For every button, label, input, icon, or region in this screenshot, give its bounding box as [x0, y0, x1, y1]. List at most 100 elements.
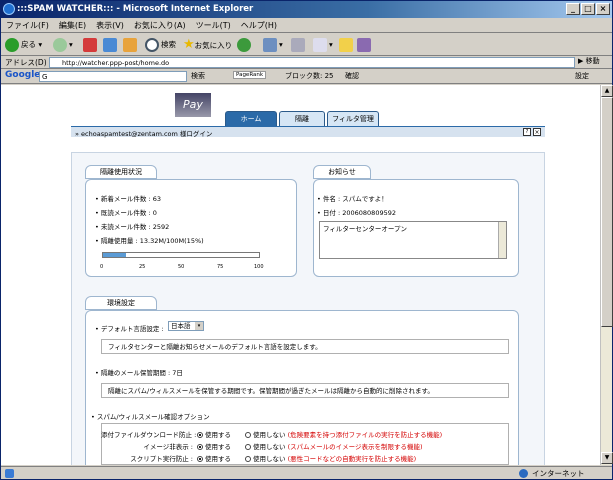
attachment-block-on[interactable]: 使用する	[197, 429, 231, 439]
globe-icon	[519, 469, 528, 478]
star-icon: ★	[183, 37, 195, 52]
vertical-scrollbar[interactable]: ▲ ▼	[600, 85, 613, 465]
window-title: :::SPAM WATCHER::: - Microsoft Internet …	[17, 4, 254, 14]
refresh-button[interactable]	[103, 37, 119, 53]
usage-tick-25: 25	[139, 264, 146, 270]
home-icon	[123, 38, 137, 52]
menu-tools[interactable]: ツール(T)	[191, 18, 236, 33]
logout-icon[interactable]: ×	[533, 128, 541, 136]
google-search-input[interactable]: G	[39, 71, 187, 82]
forward-arrow-icon	[53, 38, 67, 52]
usage-tick-100: 100	[254, 264, 264, 270]
scroll-down-icon[interactable]: ▼	[601, 452, 613, 464]
search-button[interactable]: 検索	[145, 37, 176, 53]
radio-on-icon	[197, 432, 203, 438]
help-icon[interactable]: ?	[523, 128, 531, 136]
page-icon	[5, 469, 14, 478]
google-logo: Google	[5, 70, 41, 80]
refresh-icon	[103, 38, 117, 52]
status-bar: インターネット	[1, 466, 612, 480]
history-icon	[237, 38, 251, 52]
new-mail-count: • 新着メール件数 : 63	[95, 195, 161, 203]
usage-tick-0: 0	[100, 264, 104, 270]
scroll-up-icon[interactable]: ▲	[601, 85, 613, 97]
search-icon	[145, 38, 159, 52]
check-button[interactable]: 確認	[345, 71, 359, 81]
maximize-button[interactable]: □	[581, 3, 595, 15]
user-login-label: » echoaspamtest@zentam.com 様ログイン	[75, 130, 213, 138]
usage-tick-50: 50	[178, 264, 185, 270]
go-button[interactable]: ▶ 移動	[578, 56, 600, 66]
address-label: アドレス(D)	[5, 58, 47, 67]
notice-body-textarea[interactable]: フィルターセンターオープン	[319, 221, 507, 259]
storage-usage: • 隔離使用量 : 13.32M/100M(15%)	[95, 237, 204, 245]
scroll-thumb[interactable]	[601, 97, 613, 327]
printer-icon	[291, 38, 305, 52]
back-arrow-icon	[5, 38, 19, 52]
unread-mail-count: • 未読メール件数 : 2592	[95, 223, 170, 231]
notice-panel-title: お知らせ	[313, 165, 371, 179]
language-setting: • デフォルト言語設定 :	[95, 325, 164, 333]
tab-quarantine[interactable]: 隔離	[279, 111, 325, 126]
browser-window: :::SPAM WATCHER::: - Microsoft Internet …	[0, 0, 613, 480]
minimize-button[interactable]: _	[566, 3, 580, 15]
address-input[interactable]: http://watcher.ppp-post/home.do	[49, 57, 575, 68]
script-block-label: スクリプト実行防止 :	[130, 455, 193, 463]
app-logo: Pay	[175, 93, 211, 117]
stop-icon	[83, 38, 97, 52]
address-bar: アドレス(D) http://watcher.ppp-post/home.do …	[1, 56, 612, 69]
script-block-on[interactable]: 使用する	[197, 453, 231, 463]
favorites-button[interactable]: ★お気に入り	[183, 37, 232, 53]
google-search-button[interactable]: 検索	[191, 71, 205, 81]
back-button[interactable]: 戻る ▾	[5, 37, 42, 53]
menu-file[interactable]: ファイル(F)	[1, 18, 54, 33]
options-heading: • スパム/ウィルスメール確認オプション	[91, 413, 210, 421]
page-content: Pay ホーム 隔離 フィルタ管理 » echoaspamtest@zentam…	[1, 85, 600, 465]
stop-button[interactable]	[83, 37, 99, 53]
user-bar: » echoaspamtest@zentam.com 様ログイン ? ×	[71, 126, 545, 138]
forward-button[interactable]: ▾	[53, 37, 73, 53]
notice-date: • 日付 : 2006080809592	[317, 209, 396, 217]
menu-bar: ファイル(F) 編集(E) 表示(V) お気に入り(A) ツール(T) ヘルプ(H)	[1, 18, 612, 33]
notice-scrollbar[interactable]	[498, 222, 506, 258]
print-button[interactable]	[291, 37, 307, 53]
usage-progress-fill	[103, 253, 127, 257]
image-hide-off[interactable]: 使用しない (スパムメールのイメージ表示を制限する機能)	[245, 441, 423, 451]
language-select[interactable]: 日本語 ▾	[168, 321, 204, 331]
mail-icon	[263, 38, 277, 52]
radio-off-icon	[245, 444, 251, 450]
usage-progress-bar	[102, 252, 260, 258]
edit-button[interactable]: ▾	[313, 37, 333, 53]
google-settings-button[interactable]: 設定	[575, 71, 589, 81]
chevron-down-icon: ▾	[195, 322, 203, 330]
menu-help[interactable]: ヘルプ(H)	[236, 18, 282, 33]
tab-home[interactable]: ホーム	[225, 111, 277, 126]
radio-off-icon	[245, 432, 251, 438]
retention-description: 隔離にスパム/ウィルスメールを保管する期間です。保管期間が過ぎたメールは隔離から…	[101, 383, 509, 398]
usage-panel-title: 隔離使用状況	[85, 165, 157, 179]
attachment-block-label: 添付ファイルダウンロード防止 :	[101, 431, 197, 439]
folder-button[interactable]	[339, 37, 355, 53]
home-button[interactable]	[123, 37, 139, 53]
script-block-off[interactable]: 使用しない (悪性コードなどの自動実行を防止する機能)	[245, 453, 416, 463]
popup-blocker[interactable]: ブロック数: 25	[285, 71, 334, 81]
radio-on-icon	[197, 456, 203, 462]
document-icon	[313, 38, 327, 52]
radio-on-icon	[197, 444, 203, 450]
image-hide-label: イメージ非表示 :	[143, 443, 193, 451]
retention-setting: • 隔離のメール保管期間 : 7日	[95, 369, 183, 377]
menu-favorites[interactable]: お気に入り(A)	[129, 18, 191, 33]
tab-filter[interactable]: フィルタ管理	[327, 111, 379, 126]
radio-off-icon	[245, 456, 251, 462]
standard-toolbar: 戻る ▾ ▾ 検索 ★お気に入り ▾ ▾	[1, 34, 612, 56]
history-button[interactable]	[237, 37, 253, 53]
image-hide-on[interactable]: 使用する	[197, 441, 231, 451]
menu-view[interactable]: 表示(V)	[91, 18, 129, 33]
mail-button[interactable]: ▾	[263, 37, 283, 53]
attachment-block-off[interactable]: 使用しない (危険要素を持つ添付ファイルの実行を防止する機能)	[245, 429, 442, 439]
messenger-button[interactable]	[357, 37, 373, 53]
settings-panel-title: 環境設定	[85, 296, 157, 310]
menu-edit[interactable]: 編集(E)	[54, 18, 91, 33]
security-zone: インターネット	[532, 469, 585, 478]
close-button[interactable]: ×	[596, 3, 610, 15]
